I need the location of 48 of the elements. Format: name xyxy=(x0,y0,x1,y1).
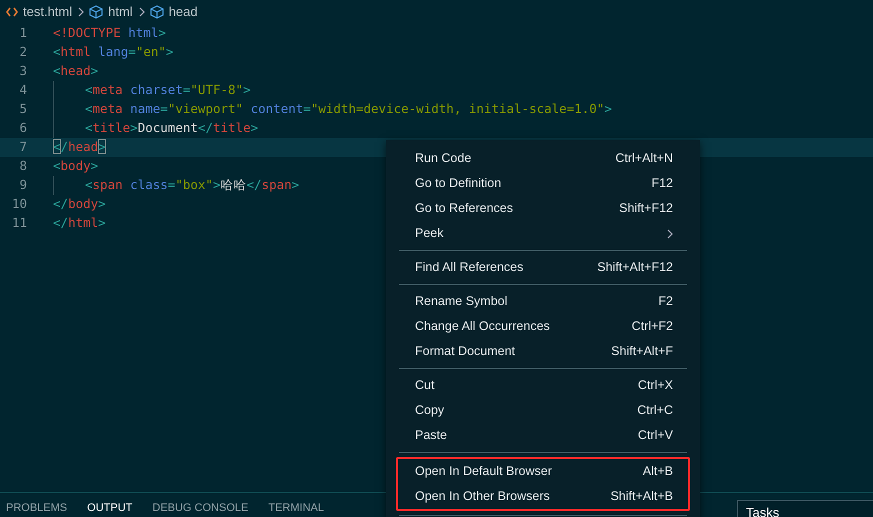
menu-item[interactable]: Open In Other Browsers Shift+Alt+B xyxy=(398,484,688,509)
panel-tab[interactable]: DEBUG CONSOLE xyxy=(152,500,248,516)
code-line: <title>Document</title> xyxy=(85,119,258,138)
line-number: 1 xyxy=(18,24,27,42)
line-number: 9 xyxy=(18,176,27,194)
line-number: 2 xyxy=(18,43,27,62)
code-line: <body> xyxy=(53,157,98,176)
code-line: <!DOCTYPE html> xyxy=(53,24,166,42)
code-line: <meta name="viewport" content="width=device-width, initial-scale=1.0"> xyxy=(85,100,612,118)
line-number: 3 xyxy=(18,62,27,80)
code-line: <span class="box">哈哈</span> xyxy=(85,176,300,194)
chevron-right-icon xyxy=(667,228,673,238)
line-number: 5 xyxy=(18,100,27,118)
menu-item[interactable]: Change All Occurrences Ctrl+F2 xyxy=(398,314,688,339)
menu-item[interactable]: Paste Ctrl+V xyxy=(398,423,688,448)
menu-item[interactable]: Format Document Shift+Alt+F xyxy=(398,339,688,364)
menu-item[interactable]: Go to References Shift+F12 xyxy=(398,196,688,221)
code-line: </html> xyxy=(53,214,106,232)
line-number: 4 xyxy=(18,81,27,100)
tasks-dropdown[interactable]: Tasks xyxy=(737,500,873,517)
line-number: 10 xyxy=(10,195,27,214)
panel-tab[interactable]: TERMINAL xyxy=(268,500,324,516)
menu-item[interactable]: Peek xyxy=(398,221,688,246)
line-number: 8 xyxy=(18,157,27,176)
chevron-right-icon xyxy=(78,7,84,17)
menu-item[interactable]: Run Code Ctrl+Alt+N xyxy=(398,146,688,171)
code-line: </body> xyxy=(53,195,106,214)
breadcrumb-item[interactable]: html xyxy=(108,2,133,22)
cube-icon xyxy=(150,5,164,19)
menu-item[interactable]: Copy Ctrl+C xyxy=(398,398,688,423)
menu-item[interactable]: Find All References Shift+Alt+F12 xyxy=(398,255,688,280)
menu-item[interactable]: Rename Symbol F2 xyxy=(398,289,688,314)
code-line: <head> xyxy=(53,62,98,80)
code-line: <html lang="en"> xyxy=(53,43,174,62)
line-number: 7 xyxy=(18,138,27,156)
menu-item[interactable]: Open In Default Browser Alt+B xyxy=(398,459,688,484)
line-number: 6 xyxy=(18,119,27,138)
chevron-right-icon xyxy=(138,7,145,17)
code-line: <meta charset="UTF-8"> xyxy=(85,81,251,100)
panel-tab[interactable]: PROBLEMS xyxy=(6,500,68,516)
cube-icon xyxy=(89,5,104,19)
code-icon xyxy=(6,7,18,17)
menu-item[interactable]: Cut Ctrl+X xyxy=(398,373,688,398)
panel-tab[interactable]: OUTPUT xyxy=(87,500,132,516)
line-number: 11 xyxy=(10,214,27,232)
breadcrumb-item[interactable]: test.html xyxy=(23,2,72,22)
breadcrumb-item[interactable]: head xyxy=(168,2,198,22)
menu-item[interactable]: Go to Definition F12 xyxy=(398,171,688,196)
